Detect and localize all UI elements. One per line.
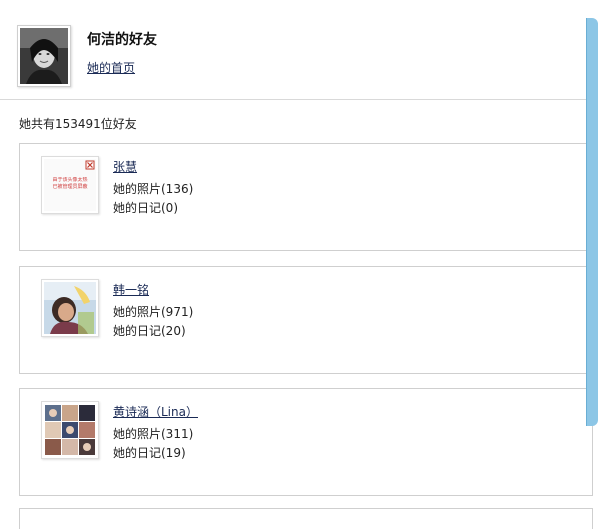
- friend-name-link[interactable]: 张慧: [113, 158, 137, 175]
- friend-name-link[interactable]: 黄诗涵（Lina）: [113, 403, 198, 420]
- photo-collage: [44, 404, 96, 456]
- friend-name-link[interactable]: 韩一铭: [113, 281, 149, 298]
- page-title: 何洁的好友: [87, 32, 157, 48]
- friends-count: 她共有153491位好友: [19, 117, 137, 131]
- friend-card: 韩一铭 她的照片(971) 她的日记(20): [19, 266, 593, 374]
- friend-card: 黄诗涵（Lina） 她的照片(311) 她的日记(19): [19, 388, 593, 496]
- profile-avatar[interactable]: [17, 25, 71, 87]
- friend-thumbnail[interactable]: [41, 279, 99, 337]
- friend-photos-link[interactable]: 她的照片(136): [113, 180, 193, 197]
- friend-diary-link[interactable]: 她的日记(0): [113, 199, 178, 216]
- friend-diary-link[interactable]: 她的日记(20): [113, 322, 186, 339]
- friend-diary-link[interactable]: 她的日记(19): [113, 444, 186, 461]
- friend-photos-link[interactable]: 她的照片(971): [113, 303, 193, 320]
- blocked-notice-line-1: 由于该头像太热: [52, 177, 88, 183]
- friend-card: 由于该头像太热 已被管理员屏蔽 张慧 她的照片(136) 她的日记(0): [19, 143, 593, 251]
- blocked-avatar-notice: 由于该头像太热 已被管理员屏蔽: [44, 177, 96, 191]
- header-divider: [0, 99, 590, 100]
- friend-thumbnail[interactable]: [41, 401, 99, 459]
- home-link[interactable]: 她的首页: [87, 59, 135, 76]
- scrollbar[interactable]: [586, 18, 598, 426]
- avatar-photo: [20, 28, 68, 84]
- friend-thumbnail[interactable]: 由于该头像太热 已被管理员屏蔽: [41, 156, 99, 214]
- blocked-notice-line-2: 已被管理员屏蔽: [52, 184, 88, 190]
- portrait-photo: [44, 282, 96, 334]
- friend-photos-link[interactable]: 她的照片(311): [113, 425, 193, 442]
